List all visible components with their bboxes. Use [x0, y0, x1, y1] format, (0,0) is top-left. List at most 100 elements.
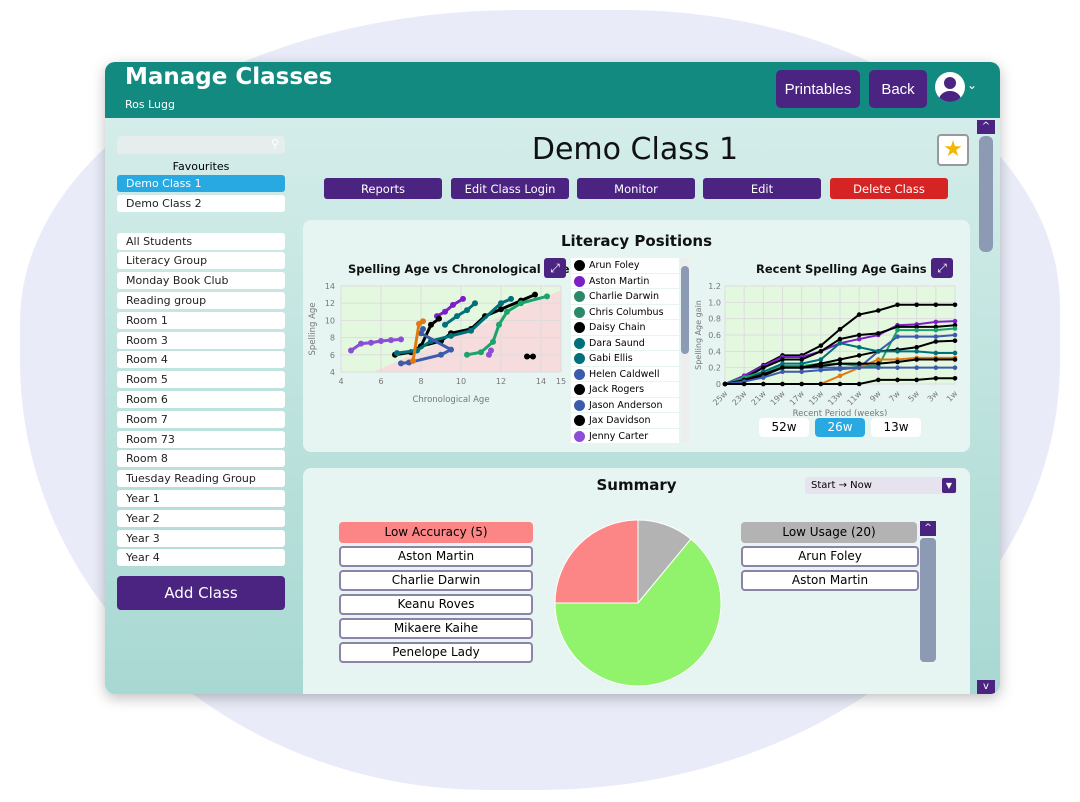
- sidebar-item-group[interactable]: Room 4: [117, 351, 285, 369]
- app-title: Manage Classes: [125, 64, 333, 90]
- low-accuracy-item[interactable]: Aston Martin: [339, 546, 533, 567]
- action-button-edit-class-login[interactable]: Edit Class Login: [451, 178, 569, 199]
- data-point: [524, 353, 530, 360]
- legend-item[interactable]: Helen Caldwell: [571, 366, 679, 382]
- sidebar-item-favourite[interactable]: Demo Class 2: [117, 194, 285, 212]
- scroll-up-icon[interactable]: ^: [977, 120, 995, 134]
- data-point: [856, 381, 862, 387]
- legend-item[interactable]: Jason Anderson: [571, 397, 679, 413]
- expand-icon[interactable]: ⤢: [544, 258, 566, 278]
- data-point: [933, 319, 939, 325]
- x-tick-label: 14: [536, 377, 546, 386]
- data-point: [856, 336, 862, 342]
- sidebar-item-group[interactable]: Room 3: [117, 331, 285, 349]
- data-point: [933, 339, 939, 344]
- data-point: [876, 349, 881, 354]
- search-input[interactable]: ⚲: [117, 136, 285, 154]
- data-point: [876, 361, 881, 366]
- page-title: Demo Class 1: [531, 132, 739, 167]
- printables-button[interactable]: Printables: [776, 70, 860, 108]
- user-avatar-icon[interactable]: [935, 72, 965, 102]
- low-usage-scrollbar[interactable]: ^: [920, 521, 936, 662]
- back-button[interactable]: Back: [869, 70, 927, 108]
- legend-item[interactable]: Aston Martin: [571, 273, 679, 289]
- sidebar-item-group[interactable]: Room 1: [117, 311, 285, 329]
- scroll-up-icon[interactable]: ^: [920, 521, 936, 536]
- low-usage-item[interactable]: Arun Foley: [741, 546, 919, 567]
- legend-item[interactable]: Jenny Carter: [571, 428, 679, 444]
- y-tick-label: 14: [325, 282, 335, 291]
- sidebar-item-group[interactable]: Room 73: [117, 430, 285, 448]
- data-point: [933, 334, 939, 339]
- legend-item[interactable]: Arun Foley: [571, 258, 679, 274]
- legend-item[interactable]: Chris Columbus: [571, 304, 679, 320]
- x-axis-label: Recent Period (weeks): [793, 409, 888, 416]
- data-point: [933, 375, 939, 381]
- sidebar-item-group[interactable]: All Students: [117, 232, 285, 250]
- chevron-down-icon[interactable]: ⌄: [967, 78, 977, 92]
- legend-item[interactable]: Jack Rogers: [571, 382, 679, 398]
- legend-scrollbar[interactable]: [681, 258, 689, 442]
- legend-item[interactable]: Jax Davidson: [571, 413, 679, 429]
- action-button-reports[interactable]: Reports: [324, 178, 442, 199]
- sidebar-item-group[interactable]: Room 8: [117, 450, 285, 468]
- scroll-down-icon[interactable]: v: [977, 680, 995, 694]
- low-usage-header[interactable]: Low Usage (20): [741, 522, 917, 543]
- literacy-panel: Literacy Positions Spelling Age vs Chron…: [303, 220, 970, 452]
- sidebar-item-group[interactable]: Year 4: [117, 549, 285, 567]
- legend-item[interactable]: Gabi Ellis: [571, 351, 679, 367]
- sidebar-item-group[interactable]: Year 3: [117, 529, 285, 547]
- data-point: [818, 381, 824, 387]
- sidebar-item-group[interactable]: Year 1: [117, 489, 285, 507]
- sidebar-item-favourite[interactable]: Demo Class 1: [117, 175, 285, 192]
- data-point: [420, 318, 426, 325]
- data-point: [895, 327, 900, 333]
- action-button-edit[interactable]: Edit: [703, 178, 821, 199]
- expand-icon[interactable]: ⤢: [931, 258, 953, 278]
- low-accuracy-item[interactable]: Penelope Lady: [339, 642, 533, 663]
- low-accuracy-item[interactable]: Mikaere Kaihe: [339, 618, 533, 639]
- header: Manage Classes Ros Lugg Printables Back …: [105, 62, 1000, 118]
- action-button-monitor[interactable]: Monitor: [577, 178, 695, 199]
- range-select[interactable]: Start → Now ▼: [805, 477, 957, 494]
- sidebar-item-group[interactable]: Room 7: [117, 410, 285, 428]
- action-button-delete-class[interactable]: Delete Class: [830, 178, 948, 199]
- low-accuracy-header[interactable]: Low Accuracy (5): [339, 522, 533, 543]
- add-class-button[interactable]: Add Class: [117, 576, 285, 611]
- period-button-13w[interactable]: 13w: [871, 418, 921, 437]
- page-scrollbar[interactable]: ^ v: [977, 120, 995, 694]
- favourite-star-icon[interactable]: ★: [937, 134, 969, 166]
- sidebar-item-group[interactable]: Tuesday Reading Group: [117, 470, 285, 488]
- legend-item[interactable]: Daisy Chain: [571, 320, 679, 336]
- data-point: [933, 350, 939, 356]
- legend-item[interactable]: Dara Saund: [571, 335, 679, 351]
- period-button-52w[interactable]: 52w: [759, 418, 809, 437]
- low-accuracy-item[interactable]: Charlie Darwin: [339, 570, 533, 591]
- y-axis-label: Spelling Age: [308, 302, 318, 355]
- legend-marker-icon: [574, 322, 585, 333]
- x-tick-label: 10: [456, 377, 466, 386]
- data-point: [914, 344, 919, 350]
- sidebar-item-group[interactable]: Year 2: [117, 509, 285, 527]
- low-usage-item[interactable]: Aston Martin: [741, 570, 919, 591]
- legend-marker-icon: [574, 353, 585, 364]
- legend-marker-icon: [574, 415, 585, 426]
- scroll-thumb[interactable]: [979, 136, 993, 252]
- x-tick-label: 15: [556, 377, 566, 386]
- data-point: [837, 381, 843, 387]
- low-accuracy-item[interactable]: Keanu Roves: [339, 594, 533, 615]
- data-point: [914, 357, 919, 362]
- data-point: [837, 361, 843, 366]
- data-point: [895, 359, 900, 365]
- sidebar-item-group[interactable]: Literacy Group: [117, 252, 285, 270]
- x-tick-label: 25w: [711, 389, 730, 408]
- y-axis-label: Spelling Age gain: [694, 300, 703, 370]
- data-point: [398, 336, 404, 343]
- period-button-26w[interactable]: 26w: [815, 418, 865, 437]
- sidebar-item-group[interactable]: Monday Book Club: [117, 272, 285, 290]
- data-point: [895, 349, 900, 354]
- sidebar-item-group[interactable]: Reading group: [117, 291, 285, 309]
- sidebar-item-group[interactable]: Room 6: [117, 390, 285, 408]
- legend-item[interactable]: Charlie Darwin: [571, 289, 679, 305]
- sidebar-item-group[interactable]: Room 5: [117, 371, 285, 389]
